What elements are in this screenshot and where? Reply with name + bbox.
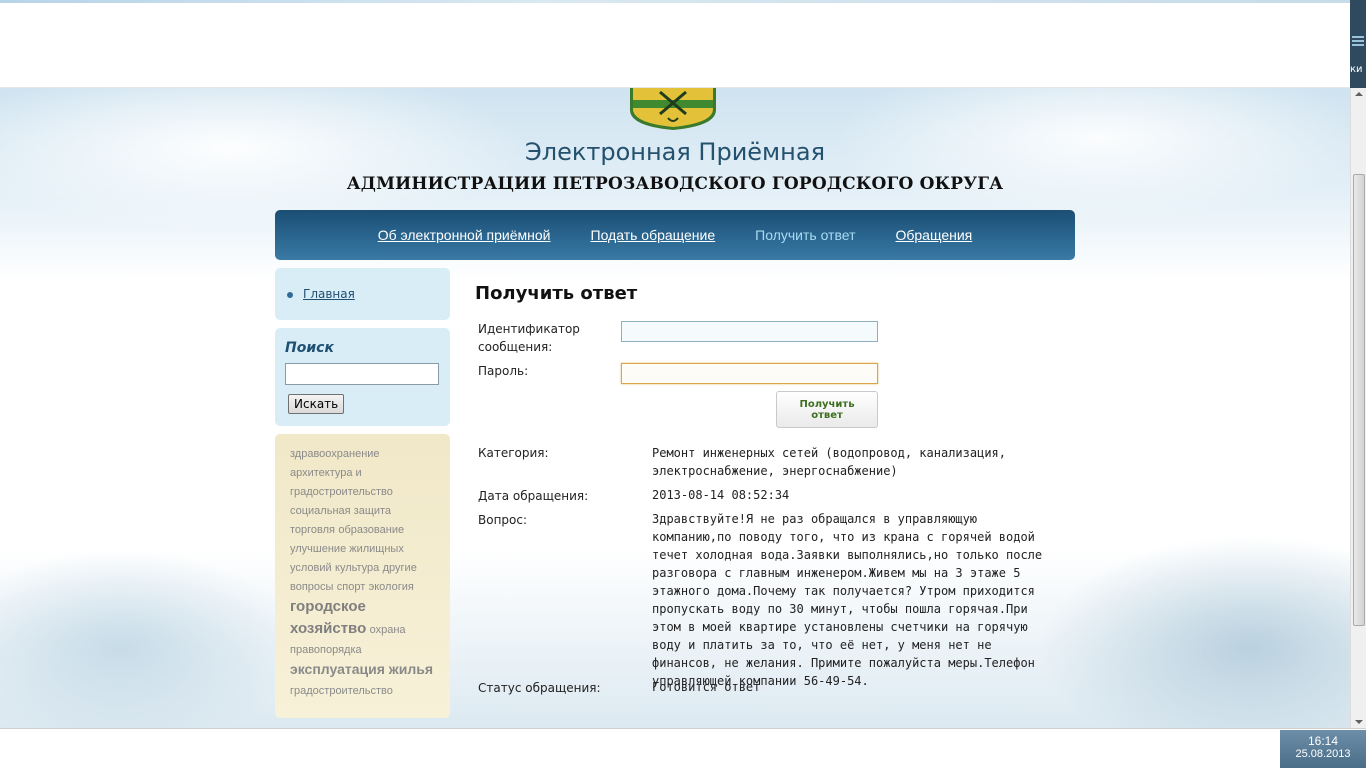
browser-top-area (0, 0, 1350, 88)
question-label: Вопрос: (478, 513, 528, 527)
category-label: Категория: (478, 446, 549, 460)
tag-item[interactable]: образование (338, 524, 404, 536)
home-link[interactable]: Главная (303, 287, 355, 301)
clock-date: 25.08.2013 (1295, 748, 1351, 760)
status-value: Готовится ответ (652, 680, 761, 694)
browser-right-edge: ки (1350, 0, 1366, 88)
page-content: Электронная Приёмная АДМИНИСТРАЦИИ ПЕТРО… (0, 88, 1350, 728)
message-id-input[interactable] (621, 321, 878, 342)
sidebar-search-box: Поиск Искать (275, 328, 450, 426)
category-value: Ремонт инженерных сетей (водопровод, кан… (652, 446, 1007, 478)
vertical-scrollbar[interactable] (1350, 88, 1366, 728)
id-label: Идентификатор сообщения: (478, 322, 580, 354)
tag-item[interactable]: экология (369, 581, 414, 593)
tag-item[interactable]: здравоохранение (290, 448, 380, 460)
nav-requests[interactable]: Обращения (895, 227, 972, 243)
password-input[interactable] (621, 363, 878, 384)
menu-icon[interactable] (1352, 36, 1364, 38)
tag-item[interactable]: торговля (290, 524, 335, 536)
tag-item[interactable]: культура (335, 562, 379, 574)
main-nav: Об электронной приёмной Подать обращение… (275, 210, 1075, 260)
taskbar (0, 728, 1366, 768)
bullet-icon (287, 292, 293, 298)
date-value: 2013-08-14 08:52:34 (652, 488, 790, 502)
date-label: Дата обращения: (478, 489, 589, 503)
tag-item[interactable]: эксплуатация жилья (290, 661, 433, 677)
nav-get-answer[interactable]: Получить ответ (755, 227, 855, 243)
scroll-up-icon[interactable] (1355, 92, 1363, 96)
clock-time: 16:14 (1307, 734, 1339, 748)
scrollbar-thumb[interactable] (1353, 174, 1365, 626)
tag-cloud: здравоохранение архитектура и градострои… (275, 434, 450, 718)
search-button[interactable]: Искать (288, 394, 345, 414)
taskbar-clock[interactable]: 16:14 25.08.2013 (1280, 730, 1366, 768)
get-answer-button[interactable]: Получить ответ (776, 391, 878, 428)
page-title: Получить ответ (475, 283, 638, 304)
question-value: Здравствуйте!Я не раз обращался в управл… (652, 512, 1043, 688)
tag-item[interactable]: градостроительство (290, 685, 393, 697)
nav-submit-request[interactable]: Подать обращение (591, 227, 716, 243)
bookmarks-label: ки (1350, 64, 1363, 75)
site-subtitle: АДМИНИСТРАЦИИ ПЕТРОЗАВОДСКОГО ГОРОДСКОГО… (346, 174, 1004, 194)
search-input[interactable] (285, 363, 439, 385)
tag-item[interactable]: городское хозяйство (290, 598, 366, 637)
scroll-down-icon[interactable] (1355, 720, 1363, 724)
nav-about[interactable]: Об электронной приёмной (378, 227, 551, 243)
tag-item[interactable]: социальная защита (290, 505, 391, 517)
tag-item[interactable]: спорт (337, 581, 366, 593)
coat-of-arms-icon (630, 88, 716, 130)
sidebar-home-box: Главная (275, 268, 450, 320)
status-label: Статус обращения: (478, 681, 601, 695)
tab-strip (0, 0, 1350, 3)
tag-item[interactable]: архитектура и градостроительство (290, 467, 393, 498)
search-title: Поиск (285, 340, 334, 356)
site-title: Электронная Приёмная (525, 138, 825, 166)
password-label: Пароль: (478, 364, 529, 378)
